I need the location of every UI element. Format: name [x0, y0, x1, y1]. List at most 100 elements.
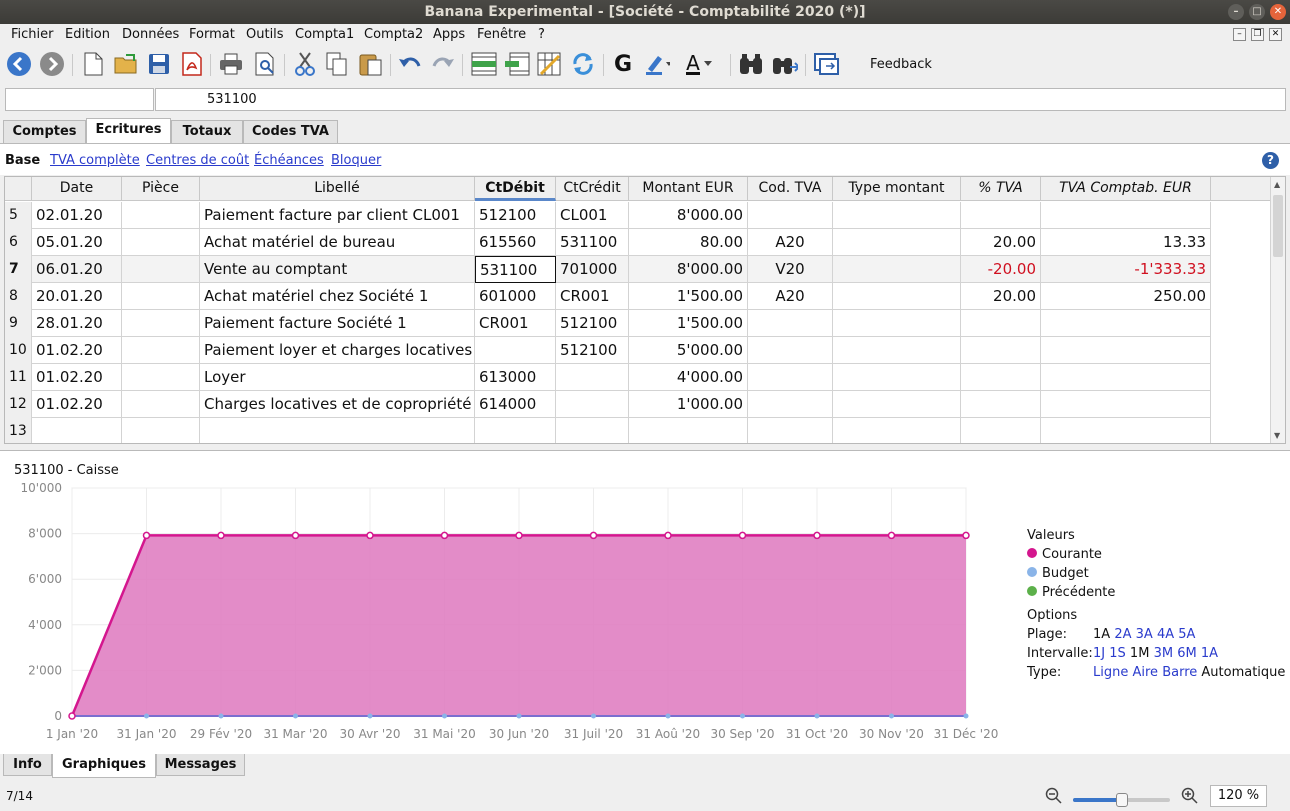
view-centres-de-cout[interactable]: Centres de coût: [146, 153, 249, 168]
menu-apps[interactable]: Apps: [433, 27, 465, 42]
cell-libelle[interactable]: Achat matériel de bureau: [200, 229, 475, 256]
plage-2a[interactable]: 2A: [1114, 627, 1131, 642]
find-replace-icon[interactable]: [772, 51, 798, 77]
close-button[interactable]: ✕: [1270, 4, 1286, 20]
mdi-restore-button[interactable]: ❐: [1251, 28, 1264, 41]
cell-date[interactable]: 01.02.20: [32, 364, 122, 391]
table-row[interactable]: 8 20.01.20 Achat matériel chez Société 1 60…: [5, 283, 1211, 310]
header-ctcredit[interactable]: CtCrédit: [556, 177, 629, 201]
view-base[interactable]: Base: [5, 153, 40, 168]
table-row[interactable]: 9 28.01.20 Paiement facture Société 1 CR001…: [5, 310, 1211, 337]
cell-codtva[interactable]: [748, 418, 833, 443]
cell-montant[interactable]: 4'000.00: [629, 364, 748, 391]
cell-codtva[interactable]: A20: [748, 283, 833, 310]
cell-piece[interactable]: [122, 418, 200, 443]
zoom-out-icon[interactable]: [1045, 787, 1063, 809]
table-row[interactable]: 11 01.02.20 Loyer 613000 4'000.00: [5, 364, 1211, 391]
cell-tva[interactable]: [1041, 391, 1211, 418]
tab-graphiques[interactable]: Graphiques: [52, 754, 156, 778]
menu-donnees[interactable]: Données: [122, 27, 179, 42]
plage-3a[interactable]: 3A: [1136, 627, 1153, 642]
print-preview-icon[interactable]: [252, 51, 278, 77]
tab-codes-tva[interactable]: Codes TVA: [243, 120, 338, 143]
recalculate-icon[interactable]: [570, 51, 596, 77]
view-tva-complete[interactable]: TVA complète: [50, 153, 140, 168]
header-codtva[interactable]: Cod. TVA: [748, 177, 833, 201]
new-file-icon[interactable]: [80, 51, 106, 77]
cell-montant[interactable]: 80.00: [629, 229, 748, 256]
cell-montant[interactable]: 1'500.00: [629, 310, 748, 337]
feedback-button[interactable]: Feedback: [870, 57, 932, 72]
cell-montant[interactable]: 5'000.00: [629, 337, 748, 364]
cell-credit[interactable]: CL001: [556, 202, 629, 229]
cell-libelle[interactable]: Vente au comptant: [200, 256, 475, 283]
header-libelle[interactable]: Libellé: [200, 177, 475, 201]
bold-icon[interactable]: G: [610, 51, 636, 77]
cell-tva[interactable]: [1041, 418, 1211, 443]
cell-credit[interactable]: [556, 418, 629, 443]
cell-montant[interactable]: 8'000.00: [629, 202, 748, 229]
cell-montant[interactable]: [629, 418, 748, 443]
type-aire[interactable]: Aire: [1132, 665, 1158, 680]
table-scrollbar[interactable]: ▲ ▼: [1270, 177, 1285, 443]
header-piece[interactable]: Pièce: [122, 177, 200, 201]
intervalle-3m[interactable]: 3M: [1154, 646, 1174, 661]
cell-codtva[interactable]: [748, 310, 833, 337]
cell-debit[interactable]: 613000: [475, 364, 556, 391]
header-montant[interactable]: Montant EUR: [629, 177, 748, 201]
table-row[interactable]: 5 02.01.20 Paiement facture par client CL0…: [5, 202, 1211, 229]
maximize-button[interactable]: □: [1249, 4, 1265, 20]
cell-debit[interactable]: 615560: [475, 229, 556, 256]
table-row[interactable]: 10 01.02.20 Paiement loyer et charges loca…: [5, 337, 1211, 364]
cell-pct[interactable]: [961, 364, 1041, 391]
cell-codtva[interactable]: V20: [748, 256, 833, 283]
cell-type[interactable]: [833, 283, 961, 310]
insert-rows-icon[interactable]: [471, 51, 497, 77]
view-echeances[interactable]: Échéances: [254, 153, 324, 168]
cell-tva[interactable]: 250.00: [1041, 283, 1211, 310]
cell-debit[interactable]: 601000: [475, 283, 556, 310]
cell-debit[interactable]: CR001: [475, 310, 556, 337]
window-layout-icon[interactable]: [814, 51, 840, 77]
cell-type[interactable]: [833, 364, 961, 391]
plage-1a[interactable]: 1A: [1093, 627, 1110, 642]
cell-pct[interactable]: [961, 202, 1041, 229]
cell-piece[interactable]: [122, 391, 200, 418]
cell-tva[interactable]: [1041, 337, 1211, 364]
cell-date[interactable]: 28.01.20: [32, 310, 122, 337]
cell-tva[interactable]: [1041, 364, 1211, 391]
legend-item-courante[interactable]: Courante: [1027, 547, 1102, 562]
cell-date[interactable]: 02.01.20: [32, 202, 122, 229]
intervalle-1a[interactable]: 1A: [1201, 646, 1218, 661]
cell-type[interactable]: [833, 202, 961, 229]
scroll-down-icon[interactable]: ▼: [1274, 431, 1280, 440]
cell-credit[interactable]: 512100: [556, 337, 629, 364]
legend-item-budget[interactable]: Budget: [1027, 566, 1089, 581]
tab-totaux[interactable]: Totaux: [171, 120, 243, 143]
cell-type[interactable]: [833, 418, 961, 443]
cell-pct[interactable]: -20.00: [961, 256, 1041, 283]
zoom-in-icon[interactable]: [1181, 787, 1199, 809]
cell-codtva[interactable]: [748, 391, 833, 418]
cell-debit[interactable]: 614000: [475, 391, 556, 418]
find-icon[interactable]: [738, 51, 764, 77]
cell-pct[interactable]: 20.00: [961, 229, 1041, 256]
plage-5a[interactable]: 5A: [1178, 627, 1195, 642]
menu-compta2[interactable]: Compta2: [364, 27, 423, 42]
header-type-montant[interactable]: Type montant: [833, 177, 961, 201]
cell-pct[interactable]: [961, 418, 1041, 443]
cell-piece[interactable]: [122, 256, 200, 283]
plage-4a[interactable]: 4A: [1157, 627, 1174, 642]
cell-date[interactable]: 01.02.20: [32, 391, 122, 418]
zoom-slider-track[interactable]: [1073, 793, 1170, 807]
cell-piece[interactable]: [122, 364, 200, 391]
cell-codtva[interactable]: [748, 364, 833, 391]
header-date[interactable]: Date: [32, 177, 122, 201]
pdf-icon[interactable]: [179, 51, 205, 77]
cell-libelle[interactable]: Loyer: [200, 364, 475, 391]
cell-codtva[interactable]: [748, 202, 833, 229]
cell-date[interactable]: 06.01.20: [32, 256, 122, 283]
legend-item-precedente[interactable]: Précédente: [1027, 585, 1115, 600]
cell-type[interactable]: [833, 310, 961, 337]
mdi-close-button[interactable]: ✕: [1269, 28, 1282, 41]
